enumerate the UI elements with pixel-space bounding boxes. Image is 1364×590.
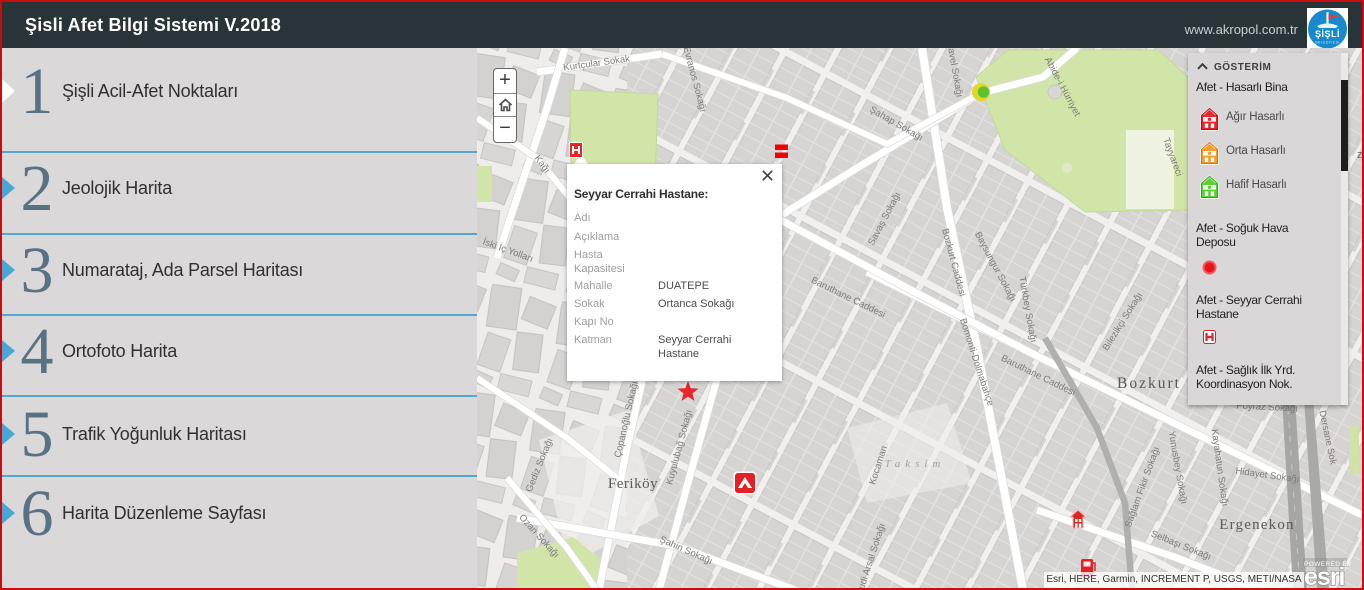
svg-text:Bozkurt: Bozkurt xyxy=(1117,375,1181,392)
svg-text:Taksim: Taksim xyxy=(885,458,946,470)
svg-text:BELEDİYESİ: BELEDİYESİ xyxy=(1315,40,1339,45)
svg-text:Feriköy: Feriköy xyxy=(608,476,658,492)
svg-text:zi: zi xyxy=(1357,149,1362,161)
svg-text:Ergenekon: Ergenekon xyxy=(1219,517,1295,533)
svg-text:esri: esri xyxy=(1304,563,1345,588)
svg-text:ŞİŞLİ: ŞİŞLİ xyxy=(1315,29,1340,39)
